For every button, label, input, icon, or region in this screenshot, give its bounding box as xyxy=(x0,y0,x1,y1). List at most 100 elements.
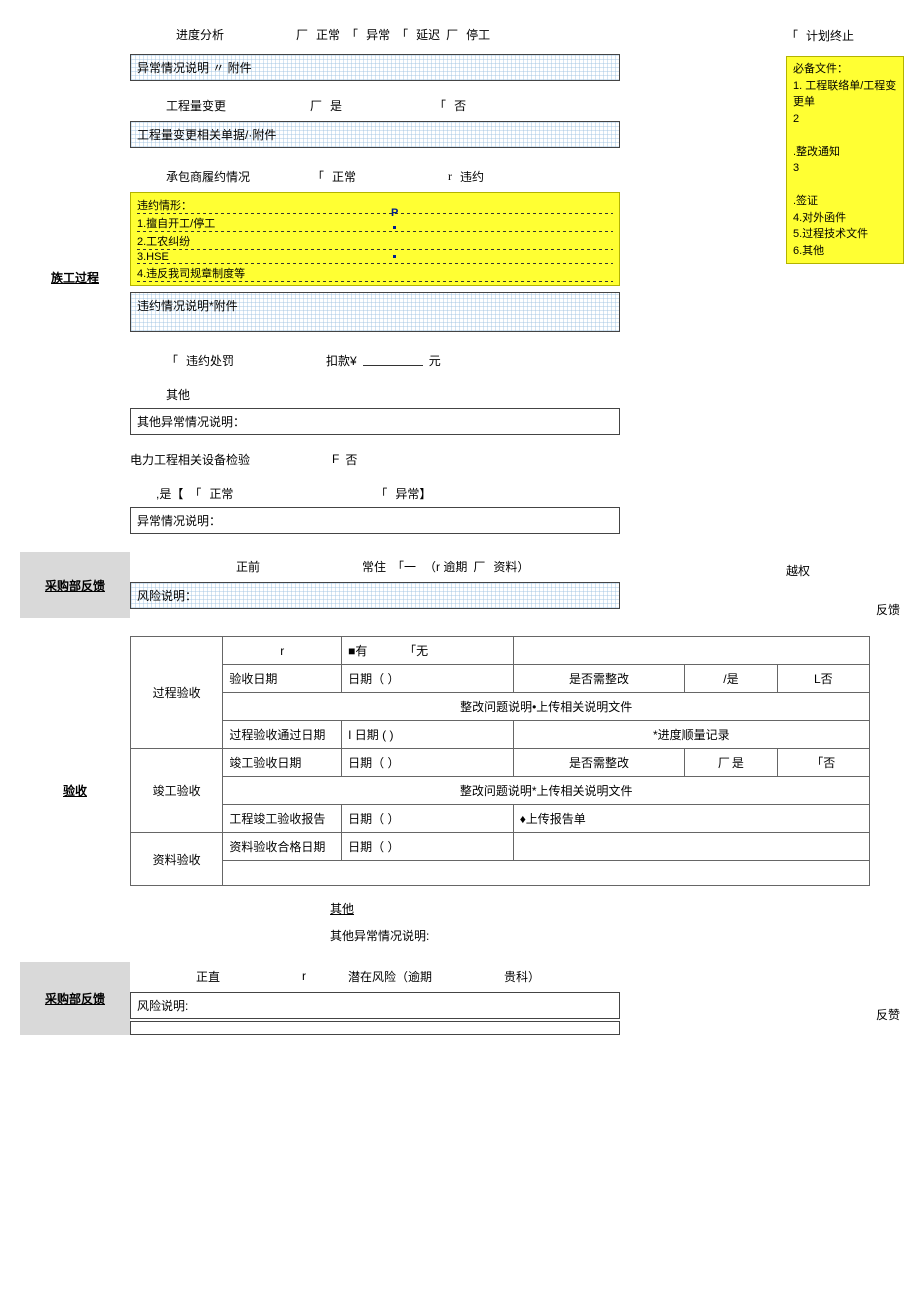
checkbox-icon[interactable]: 厂 xyxy=(718,754,730,771)
qty-change-docs-box[interactable]: 工程量变更相关单据/·附件 xyxy=(130,121,620,148)
proc2-empty-box[interactable] xyxy=(130,1021,620,1035)
proc2-feedback: 反赞 xyxy=(786,1006,900,1023)
cell-progress-rec: *进度顺量记录 xyxy=(513,721,869,749)
opt-stop: 停工 xyxy=(466,26,490,43)
qty-yes: 是 xyxy=(330,97,342,114)
contractor-label: 承包商履约情况 xyxy=(166,168,250,185)
abnormal-desc-box[interactable]: 异常情况说明 〃 附件 xyxy=(130,54,620,81)
cell-date2[interactable]: 日期（ ） xyxy=(342,749,514,777)
cell-i-date[interactable]: I 日期 ( ) xyxy=(342,721,514,749)
row-proc2-top: 正直 r 潜在风险（逾期 贵科） xyxy=(130,962,780,990)
row-contractor: 承包商履约情况 「正常 r 违约 xyxy=(130,162,780,190)
proc2-risk-box[interactable]: 风险说明: xyxy=(130,992,620,1019)
cell-date4[interactable]: 日期（ ） xyxy=(342,833,514,861)
other-desc-box[interactable]: 其他异常情况说明： xyxy=(130,408,620,435)
is-normal: 正常 xyxy=(209,485,233,502)
procurement1-content: 正前 常住 「一 （r 逾期 厂 资料） 风险说明： xyxy=(130,552,780,618)
checkbox-icon[interactable]: 「 xyxy=(312,168,324,185)
table-row: 过程验收 r ■有 「无 xyxy=(131,637,870,665)
row-power-check: 电力工程相关设备检验 F 否 xyxy=(130,445,780,473)
f-mark: F xyxy=(332,452,339,466)
construction-content: 进度分析 厂正常 「异常 「延迟 厂停工 异常情况说明 〃 附件 工程量变更 厂… xyxy=(130,20,780,534)
checkbox-icon[interactable]: 「 xyxy=(346,26,358,43)
checkbox-icon[interactable]: 「 xyxy=(434,97,446,114)
table-row: 过程验收通过日期 I 日期 ( ) *进度顺量记录 xyxy=(131,721,870,749)
table-row: 整改问题说明*上传相关说明文件 xyxy=(131,777,870,805)
cell-fix-desc2[interactable]: 整改问题说明*上传相关说明文件 xyxy=(223,777,870,805)
section-procurement-feedback-1: 采购部反馈 正前 常住 「一 （r 逾期 厂 资料） 风险说明： 越权 反馈 xyxy=(20,552,900,618)
docs-head: 必备文件： xyxy=(793,61,897,78)
other-block: 其他 其他异常情况说明: xyxy=(330,900,900,944)
has-mark[interactable]: ■有 xyxy=(348,644,367,658)
checkbox-icon[interactable]: 「 xyxy=(166,352,178,369)
checkbox-icon[interactable]: 「 xyxy=(189,485,201,502)
checkbox-icon[interactable]: 「 xyxy=(396,26,408,43)
cell-date1[interactable]: 日期（ ） xyxy=(342,665,514,693)
proc1-risk-box[interactable]: 风险说明： xyxy=(130,582,620,609)
dot-icon xyxy=(393,255,396,258)
opt-abnormal: 异常 xyxy=(366,26,390,43)
cell-fix-no2[interactable]: 「否 xyxy=(777,749,869,777)
required-docs-box: 必备文件： 1. 工程联络单/工程变更单 2.整改通知 3.签证 4.对外函件 … xyxy=(786,56,904,264)
cell-r: r xyxy=(223,637,342,665)
table-row xyxy=(131,861,870,886)
acceptance-content: 过程验收 r ■有 「无 验收日期 日期（ ） 是否需整改 /是 L否 整改问题… xyxy=(130,636,900,944)
cell-upload-report[interactable]: ♦上传报告单 xyxy=(513,805,869,833)
section-label-acceptance: 验收 xyxy=(20,636,130,944)
cell-material-date-label: 资料验收合格日期 xyxy=(223,833,342,861)
checkbox-icon[interactable]: r xyxy=(448,169,452,184)
breach-desc-box[interactable]: 违约情况说明*附件 xyxy=(130,292,620,332)
checkbox-icon[interactable]: 厂 xyxy=(473,558,485,575)
proc1-right: 越权 反馈 xyxy=(780,552,900,618)
cell-date3[interactable]: 日期（ ） xyxy=(342,805,514,833)
dot-icon xyxy=(393,226,396,229)
contractor-breach: 违约 xyxy=(460,168,484,185)
checkbox-icon[interactable]: 厂 xyxy=(446,26,458,43)
deduct-amount-input[interactable] xyxy=(363,354,423,366)
progress-analysis-label: 进度分析 xyxy=(176,26,224,43)
section-label-construction: 族工过程 xyxy=(20,20,130,534)
cell-need-fix2: 是否需整改 xyxy=(513,749,685,777)
construction-right-col: 「 计划终止 必备文件： 1. 工程联络单/工程变更单 2.整改通知 3.签证 … xyxy=(780,20,900,534)
table-row: 验收日期 日期（ ） 是否需整改 /是 L否 xyxy=(131,665,870,693)
proc2-right: 反赞 xyxy=(780,962,900,1035)
cell-complete-date-label: 竣工验收日期 xyxy=(223,749,342,777)
docs-2: 2.整改通知 xyxy=(793,111,897,161)
cell-fix-no[interactable]: L否 xyxy=(777,665,869,693)
section-procurement-feedback-2: 采购部反馈 正直 r 潜在风险（逾期 贵科） 风险说明: 反赞 xyxy=(20,962,900,1035)
section-label-procurement-2: 采购部反馈 xyxy=(20,962,130,1035)
proc2-subject: 贵科） xyxy=(504,968,540,985)
row-proc1-top: 正前 常住 「一 （r 逾期 厂 资料） xyxy=(130,552,780,580)
cell-fix-desc[interactable]: 整改问题说明•上传相关说明文件 xyxy=(223,693,870,721)
docs-3: 3.签证 xyxy=(793,160,897,210)
checkbox-icon[interactable]: 厂 xyxy=(296,26,308,43)
power-check-label: 电力工程相关设备检验 xyxy=(130,451,250,468)
cell-empty xyxy=(513,637,869,665)
none-mark[interactable]: 「无 xyxy=(404,644,428,658)
cell-fix-yes2[interactable]: 厂是 xyxy=(685,749,777,777)
abn-desc2-box[interactable]: 异常情况说明： xyxy=(130,507,620,534)
table-row: 工程竣工验收报告 日期（ ） ♦上传报告单 xyxy=(131,805,870,833)
checkbox-icon[interactable]: 「一 xyxy=(392,558,416,575)
acceptance-table: 过程验收 r ■有 「无 验收日期 日期（ ） 是否需整改 /是 L否 整改问题… xyxy=(130,636,870,886)
cell-fix-yes[interactable]: /是 xyxy=(685,665,777,693)
checkbox-icon[interactable]: 「 xyxy=(786,27,798,44)
proc1-docs: 资料） xyxy=(493,558,529,575)
deduct-pre: 扣款¥ xyxy=(326,352,357,369)
proc2-honest: 正直 xyxy=(196,968,220,985)
breach-head: 违约情形： xyxy=(137,196,613,214)
checkbox-icon[interactable]: 厂 xyxy=(310,97,322,114)
breach-list-box: 违约情形： 1.擅自开工/停工 2.工农纠纷 3.HSE 4.违反我司规章制度等… xyxy=(130,192,620,286)
marker-p-icon: P xyxy=(391,207,398,219)
section-label-procurement-1: 采购部反馈 xyxy=(20,552,130,618)
proc1-front: 正前 xyxy=(236,558,260,575)
cell-empty3 xyxy=(223,861,870,886)
breach-3: 3.HSE xyxy=(137,250,613,264)
proc2-r[interactable]: r xyxy=(302,969,306,983)
proc2-risk: 潜在风险（逾期 xyxy=(348,968,432,985)
plan-terminate-label: 计划终止 xyxy=(806,27,854,44)
is-abnormal: 异常】 xyxy=(395,485,431,502)
docs-1: 1. 工程联络单/工程变更单 xyxy=(793,78,897,111)
docs-6: 6.其他 xyxy=(793,243,897,260)
checkbox-icon[interactable]: 「 xyxy=(375,485,387,502)
